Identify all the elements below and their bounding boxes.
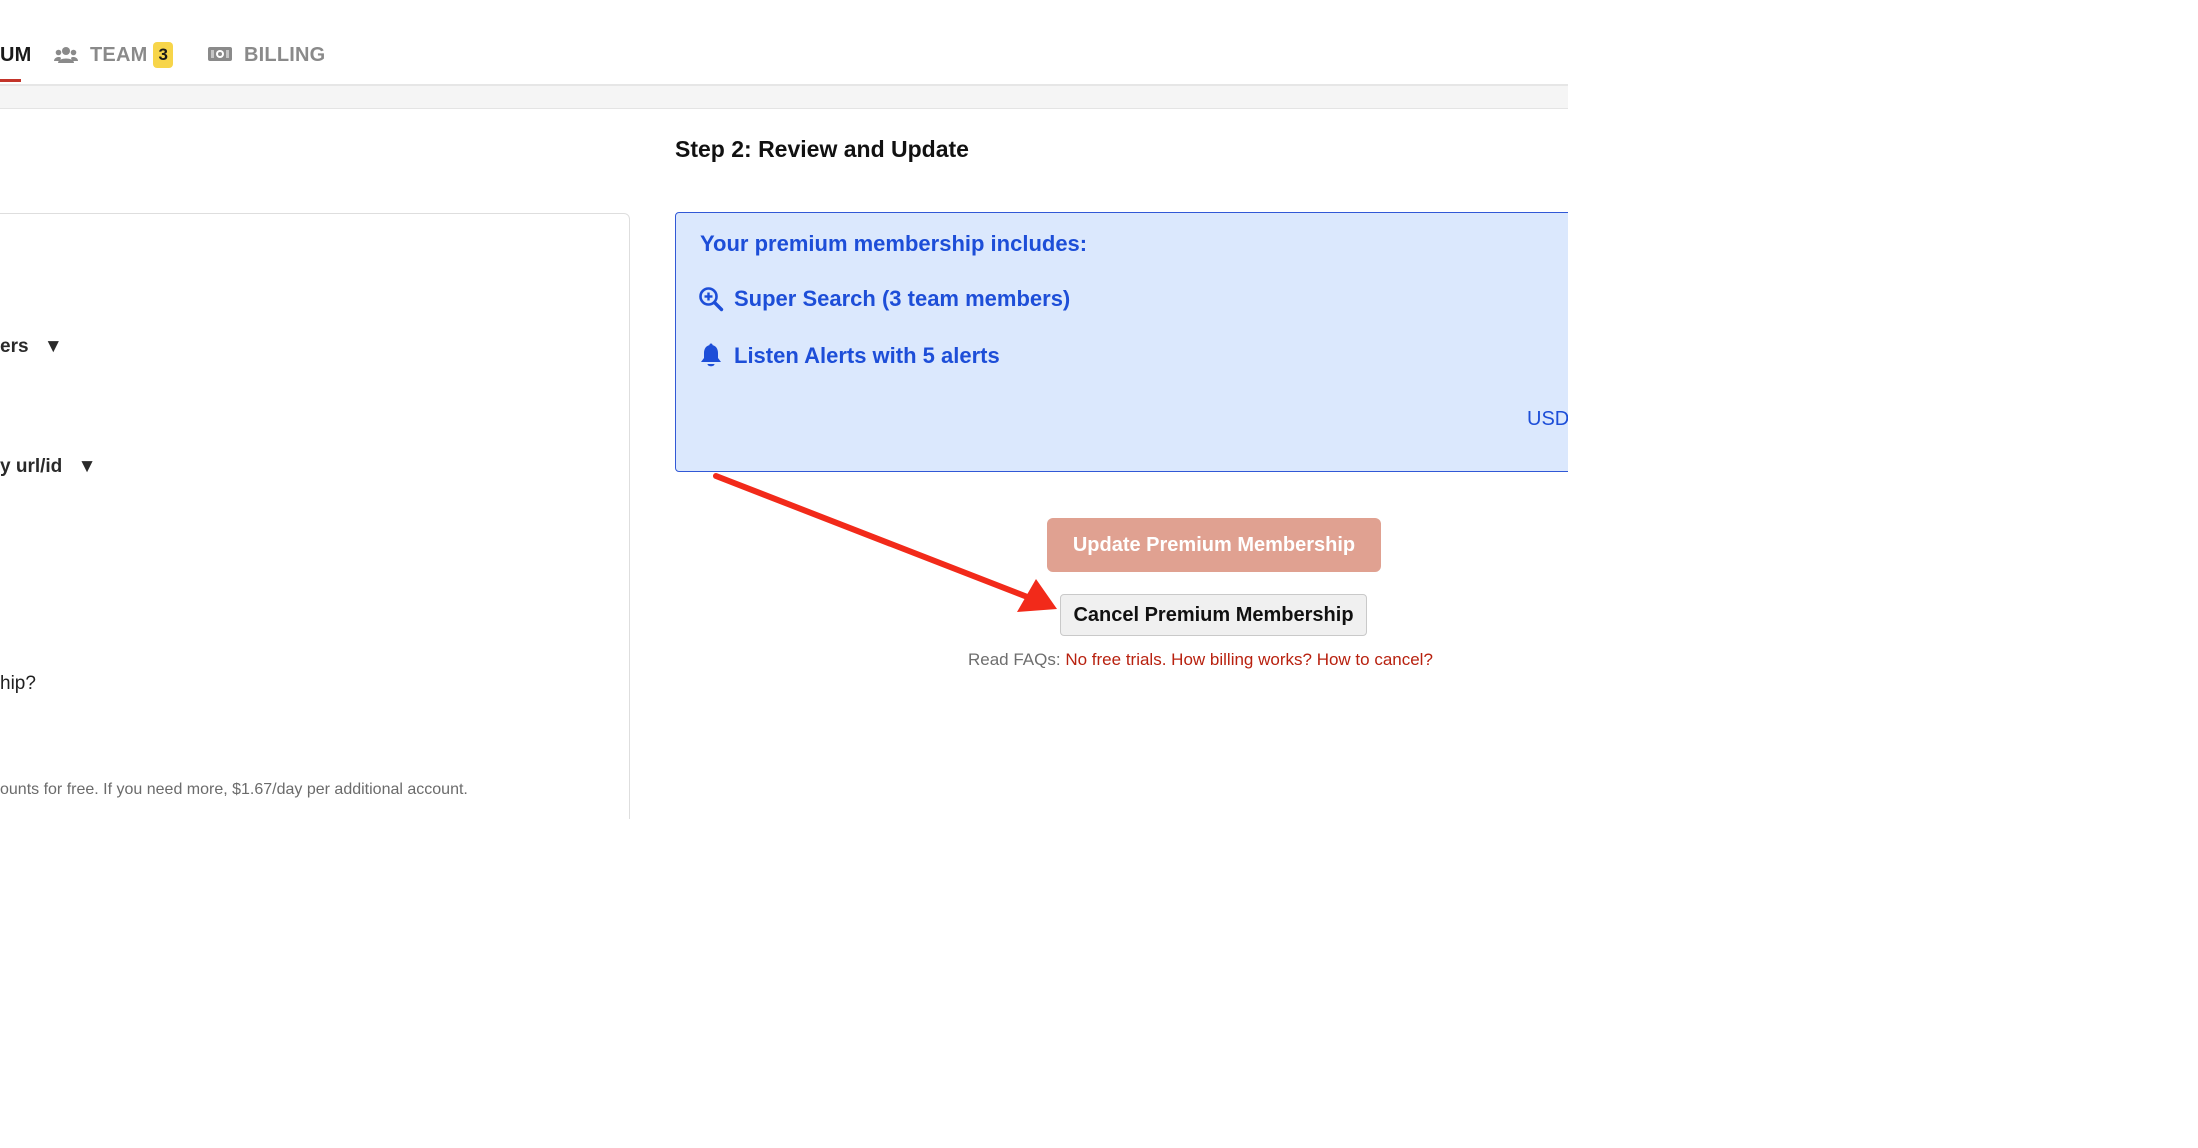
tab-premium-label: UM [0, 43, 32, 66]
tab-billing[interactable]: BILLING [208, 40, 325, 70]
feature-listen-alerts: Listen Alerts with 5 alerts [698, 343, 1000, 369]
active-tab-indicator [0, 79, 21, 82]
team-members-selector[interactable]: ers ▼ [0, 336, 63, 358]
tab-premium[interactable]: UM [0, 40, 32, 70]
update-membership-button[interactable]: Update Premium Membership [1047, 518, 1381, 572]
tab-bar: UM TEAM 3 BILLING [0, 0, 1568, 86]
zoom-in-icon [698, 286, 724, 312]
users-icon [54, 45, 78, 65]
faq-how-to-cancel-link[interactable]: How to cancel? [1317, 650, 1433, 669]
tab-billing-label: BILLING [244, 43, 326, 66]
money-icon [208, 45, 232, 65]
tab-team[interactable]: TEAM 3 [54, 40, 174, 70]
feature-label: Listen Alerts with 5 alerts [734, 343, 1000, 368]
tab-team-label: TEAM [90, 43, 148, 66]
step2-title: Step 2: Review and Update [675, 136, 969, 162]
accounts-note: ounts for free. If you need more, $1.67/… [0, 781, 468, 798]
tab-bar-divider [0, 86, 1568, 109]
alerts-url-label: y url/id [0, 456, 63, 477]
team-members-label: ers [0, 336, 29, 357]
faq-how-billing-works-link[interactable]: How billing works? [1171, 650, 1312, 669]
faq-links: Read FAQs: No free trials. How billing w… [968, 650, 1433, 670]
faq-no-free-trials-link[interactable]: No free trials. [1065, 650, 1166, 669]
membership-summary-title: Your premium membership includes: [700, 231, 1088, 256]
faq-prefix: Read FAQs: [968, 650, 1061, 669]
team-count-badge: 3 [153, 42, 174, 68]
membership-question: hip? [0, 673, 36, 694]
page: UM TEAM 3 BILLING ers ▼ y url/id ▼ hip? … [0, 0, 1568, 819]
cancel-membership-button[interactable]: Cancel Premium Membership [1060, 594, 1367, 636]
alerts-url-selector[interactable]: y url/id ▼ [0, 456, 96, 478]
feature-label: Super Search (3 team members) [734, 286, 1071, 311]
membership-summary-box: Your premium membership includes: Super … [675, 212, 1568, 472]
caret-down-icon: ▼ [77, 456, 97, 477]
feature-super-search: Super Search (3 team members) [698, 286, 1070, 312]
bell-icon [698, 343, 724, 369]
step1-card [0, 213, 630, 819]
price-currency: USD [1527, 408, 1568, 430]
caret-down-icon: ▼ [43, 336, 63, 357]
